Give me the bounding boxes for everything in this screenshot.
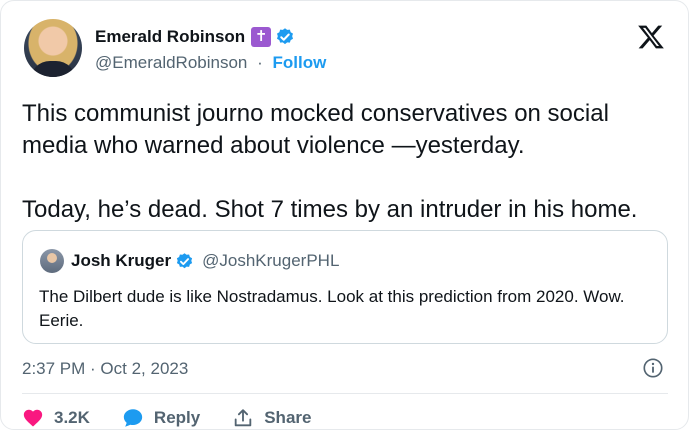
author-avatar[interactable] (24, 19, 82, 77)
share-icon (234, 409, 252, 427)
tweet-text: This communist journo mocked conservativ… (22, 98, 672, 226)
follow-button[interactable]: Follow (273, 53, 327, 72)
share-label: Share (264, 408, 312, 427)
tweet-timestamp[interactable]: 2:37 PM · Oct 2, 2023 (22, 359, 188, 379)
author-name-row: Emerald Robinson ✝ (95, 25, 295, 49)
author-handle-row: @EmeraldRobinson · Follow (95, 53, 326, 73)
heart-icon (23, 409, 43, 427)
reply-button[interactable]: Reply (122, 407, 200, 429)
share-button[interactable]: Share (232, 407, 311, 429)
tweet-card: Emerald Robinson ✝ @EmeraldRobinson · Fo… (0, 0, 689, 430)
like-button[interactable]: 3.2K (22, 407, 90, 429)
tweet-paragraph-1: This communist journo mocked conservativ… (22, 100, 609, 159)
author-handle[interactable]: @EmeraldRobinson (95, 53, 247, 72)
quoted-author-handle[interactable]: @JoshKrugerPHL (202, 251, 339, 271)
author-name[interactable]: Emerald Robinson (95, 27, 245, 47)
tweet-paragraph-2: Today, he’s dead. Shot 7 times by an int… (22, 196, 638, 223)
quoted-author-row: Josh Kruger @JoshKrugerPHL (71, 250, 339, 272)
chat-bubble-icon (123, 409, 143, 427)
info-icon[interactable] (642, 357, 664, 379)
action-bar: 3.2K Reply Share (22, 405, 343, 431)
reply-label: Reply (153, 408, 201, 427)
cross-badge-icon: ✝ (251, 27, 272, 47)
verified-badge-icon (177, 252, 193, 268)
quoted-tweet[interactable]: Josh Kruger @JoshKrugerPHL The Dilbert d… (22, 230, 668, 344)
quoted-author-avatar[interactable] (40, 249, 64, 273)
verified-badge-icon (277, 28, 294, 45)
like-count: 3.2K (54, 408, 90, 427)
quoted-tweet-text: The Dilbert dude is like Nostradamus. Lo… (39, 287, 625, 330)
divider (22, 393, 668, 394)
x-logo-icon[interactable] (637, 23, 665, 51)
quoted-author-name[interactable]: Josh Kruger (71, 251, 171, 271)
separator-dot: · (257, 53, 263, 72)
